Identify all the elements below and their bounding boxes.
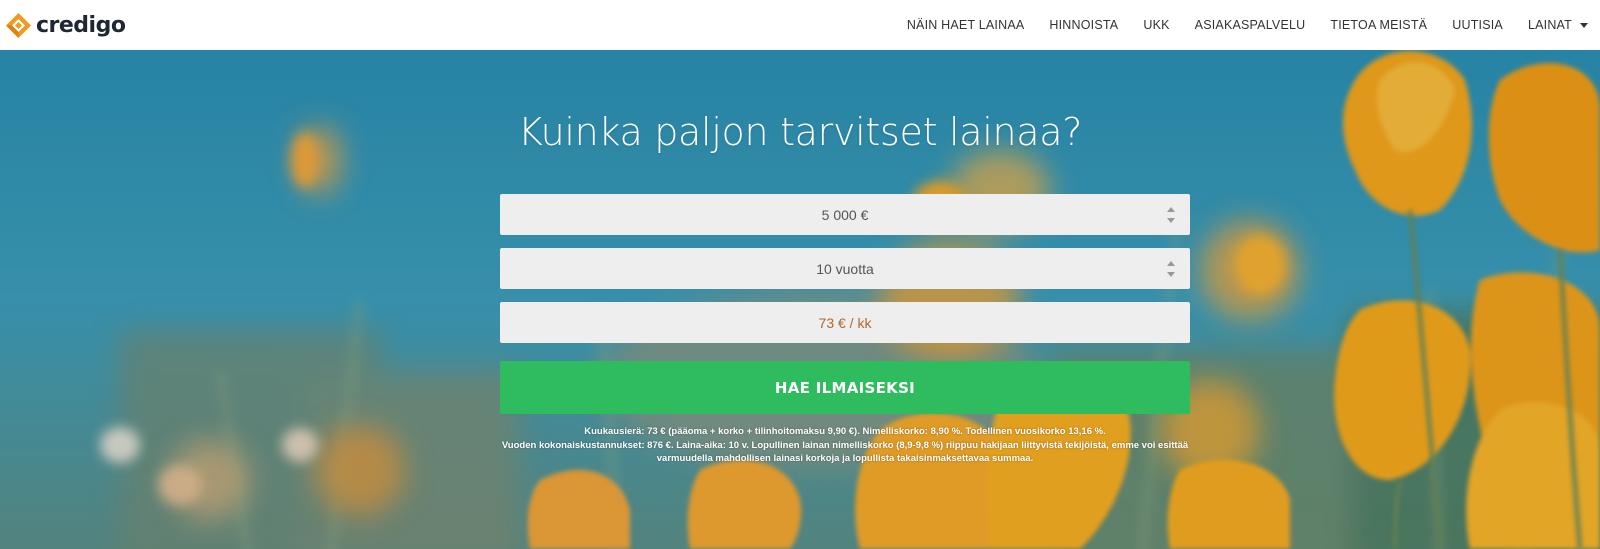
monthly-payment-display: 73 € / kk bbox=[500, 302, 1190, 343]
updown-arrows-icon bbox=[1167, 261, 1176, 277]
nav-item-nain-haet-lainaa[interactable]: NÄIN HAET LAINAA bbox=[907, 18, 1025, 32]
nav-item-lainat-label: LAINAT bbox=[1527, 18, 1572, 32]
disclaimer-line-2: Vuoden kokonaiskustannukset: 876 €. Lain… bbox=[501, 439, 1189, 465]
disclaimer-line-1: Kuukausierä: 73 € (pääoma + korko + tili… bbox=[584, 426, 1106, 437]
page-title: Kuinka paljon tarvitset lainaa? bbox=[517, 110, 1083, 154]
loan-term-select[interactable]: 10 vuotta bbox=[500, 248, 1190, 289]
loan-amount-value: 5 000 € bbox=[821, 206, 869, 223]
main-nav: NÄIN HAET LAINAA HINNOISTA UKK ASIAKASPA… bbox=[882, 0, 1588, 50]
nav-item-uutisia[interactable]: UUTISIA bbox=[1452, 18, 1503, 32]
brand-name: credigo bbox=[36, 12, 126, 38]
nav-item-asiakaspalvelu[interactable]: ASIAKASPALVELU bbox=[1195, 18, 1306, 32]
nav-item-hinnoista[interactable]: HINNOISTA bbox=[1049, 18, 1118, 32]
nav-item-lainat[interactable]: LAINAT bbox=[1528, 18, 1588, 32]
updown-arrows-icon bbox=[1167, 207, 1176, 223]
loan-disclaimer: Kuukausierä: 73 € (pääoma + korko + tili… bbox=[500, 425, 1190, 466]
chevron-down-icon bbox=[1580, 22, 1588, 28]
credigo-diamond-icon bbox=[5, 12, 32, 39]
hero-section: Kuinka paljon tarvitset lainaa? 5 000 € … bbox=[0, 50, 1600, 549]
nav-item-ukk[interactable]: UKK bbox=[1143, 18, 1169, 32]
monthly-payment-value: 73 € / kk bbox=[818, 314, 872, 331]
loan-amount-select[interactable]: 5 000 € bbox=[500, 194, 1190, 235]
nav-item-tietoa-meista[interactable]: TIETOA MEISTÄ bbox=[1330, 18, 1427, 32]
loan-term-value: 10 vuotta bbox=[816, 260, 874, 277]
logo[interactable]: credigo bbox=[5, 9, 126, 41]
site-header: credigo NÄIN HAET LAINAA HINNOISTA UKK A… bbox=[0, 0, 1600, 50]
apply-free-button[interactable]: HAE ILMAISEKSI bbox=[500, 361, 1190, 414]
